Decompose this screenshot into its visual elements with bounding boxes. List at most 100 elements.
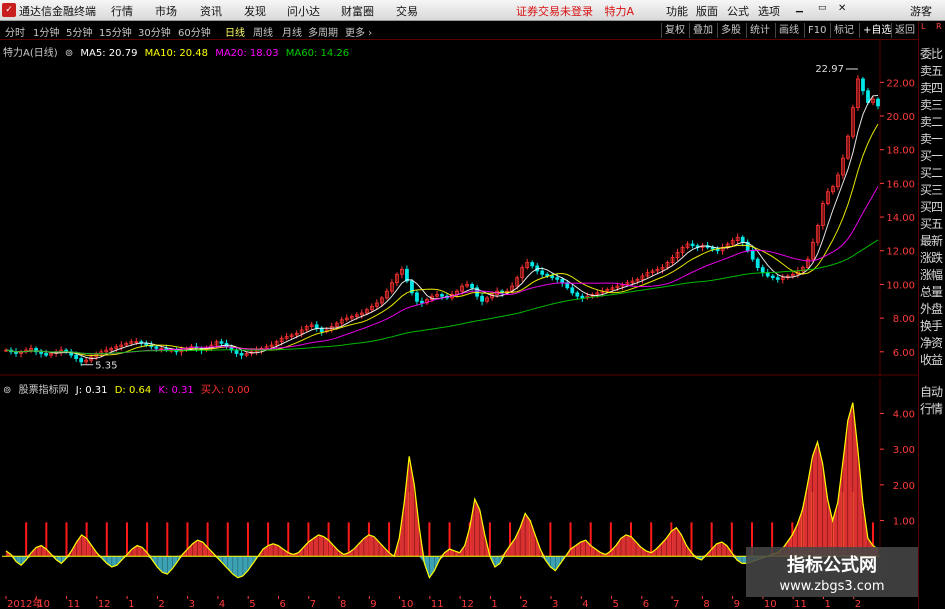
more-periods-label: 更多 <box>345 28 365 39</box>
side-item-bid3[interactable]: 买三 <box>920 182 945 199</box>
x-tick-label: 5 <box>249 599 255 609</box>
period-tab[interactable]: 30分钟 <box>138 24 171 39</box>
indicator-settings-icon[interactable]: ⊚ <box>3 385 11 396</box>
x-tick-label: 12 <box>461 599 474 609</box>
x-tick-label: 6 <box>643 599 649 609</box>
login-notice[interactable]: 证券交易未登录 特力A <box>516 3 634 19</box>
candle-body <box>690 243 695 247</box>
period-tab[interactable]: 1分钟 <box>33 24 59 39</box>
panel-toggle[interactable]: L R <box>921 23 942 31</box>
menu-market[interactable]: 市场 <box>155 3 177 19</box>
menu-wealth-circle[interactable]: 财富圈 <box>341 3 374 19</box>
period-tab[interactable]: 周线 <box>253 24 273 39</box>
settings-icon[interactable]: ⊚ <box>65 48 73 59</box>
side-item-turnover[interactable]: 换手 <box>920 318 945 335</box>
stock-name: 特力A <box>604 5 635 18</box>
k-value: K: 0.31 <box>158 385 194 396</box>
panel-toggle-right: R <box>936 22 942 31</box>
watermark: 指标公式网 www.zbgs3.com <box>746 547 918 597</box>
candle-body <box>575 292 580 297</box>
back-button[interactable]: 返回 <box>891 23 918 38</box>
minimize-icon[interactable]: ▁ <box>796 3 803 13</box>
side-item-volume[interactable]: 总量 <box>920 284 945 301</box>
side-item-net-assets[interactable]: 净资 <box>920 335 945 352</box>
candle-body <box>760 267 765 274</box>
y-tick-label: 10.00 <box>886 280 915 291</box>
candle-body <box>219 341 224 344</box>
indicator-y-tick-label: 1.00 <box>893 517 915 528</box>
period-tab[interactable]: 15分钟 <box>99 24 132 39</box>
app-title: 通达信金融终端 <box>19 5 96 18</box>
x-tick-label: 1 <box>491 599 497 609</box>
menu-discover[interactable]: 发现 <box>244 3 266 19</box>
period-tab[interactable]: 60分钟 <box>178 24 211 39</box>
side-item-bid2[interactable]: 买二 <box>920 165 945 182</box>
mark-button[interactable]: 标记 <box>830 23 857 38</box>
y-tick-label: 20.00 <box>886 112 915 123</box>
period-tab-daily[interactable]: 日线 <box>225 24 245 39</box>
side-item-change[interactable]: 涨跌 <box>920 250 945 267</box>
menu-layout[interactable]: 版面 <box>696 3 718 19</box>
x-tick-label: 10 <box>764 599 777 609</box>
side-item-earnings[interactable]: 收益 <box>920 352 945 369</box>
statistics-button[interactable]: 统计 <box>746 23 773 38</box>
draw-line-button[interactable]: 画线 <box>775 23 802 38</box>
menu-formula[interactable]: 公式 <box>727 3 749 19</box>
candlestick-chart[interactable]: 6.00 8.00 10.00 12.00 14.00 16.00 18.00 20.00 22… <box>0 40 918 376</box>
side-item-latest[interactable]: 最新 <box>920 233 945 250</box>
indicator-legend: ⊚ 股票指标网 J: 0.31 D: 0.64 K: 0.31 买入: 0.00 <box>3 381 254 396</box>
overlay-button[interactable]: 叠加 <box>689 23 716 38</box>
ma5-label: MA5: 20.79 <box>80 48 138 59</box>
candle-body <box>154 346 159 349</box>
menu-quotes[interactable]: 行情 <box>111 3 133 19</box>
period-tab[interactable]: 月线 <box>282 24 302 39</box>
side-item-change-pct[interactable]: 涨幅 <box>920 267 945 284</box>
f10-button[interactable]: F10 <box>804 23 829 38</box>
add-watchlist-button[interactable]: +自选 <box>859 23 894 38</box>
menu-trade[interactable]: 交易 <box>396 3 418 19</box>
x-tick-label: 6 <box>279 599 285 609</box>
price-chart-panel[interactable]: 6.00 8.00 10.00 12.00 14.00 16.00 18.00 20.00 22… <box>0 40 918 376</box>
candle-body <box>314 324 319 329</box>
side-item-ask5[interactable]: 卖五 <box>920 63 945 80</box>
side-item-ask2[interactable]: 卖二 <box>920 114 945 131</box>
side-item-ask1[interactable]: 卖一 <box>920 131 945 148</box>
candle-body <box>775 277 780 280</box>
y-tick-label: 12.00 <box>886 247 915 258</box>
ma60-label: MA60: 14.26 <box>285 48 350 59</box>
price-legend: 特力A(日线) ⊚ MA5: 20.79 MA10: 20.48 MA20: 1… <box>3 44 353 59</box>
side-item-ask4[interactable]: 卖四 <box>920 80 945 97</box>
candle-body <box>530 262 535 267</box>
candle-body <box>470 284 474 289</box>
close-icon[interactable]: ✕ <box>838 3 846 14</box>
side-item-bid4[interactable]: 买四 <box>920 199 945 216</box>
menu-functions[interactable]: 功能 <box>666 3 688 19</box>
indicator-title: 股票指标网 <box>18 385 69 396</box>
menu-options[interactable]: 选项 <box>758 3 780 19</box>
high-price-label: 22.97 <box>815 64 844 75</box>
side-item-bid1[interactable]: 买一 <box>920 148 945 165</box>
period-tab[interactable]: 多周期 <box>308 24 338 39</box>
candle-body <box>570 287 575 294</box>
period-tab[interactable]: 分时 <box>5 24 25 39</box>
multi-stock-button[interactable]: 多股 <box>717 23 744 38</box>
x-tick-label: 1 <box>824 599 830 609</box>
watermark-title: 指标公式网 <box>787 555 877 576</box>
adjust-button[interactable]: 复权 <box>661 23 688 38</box>
side-item-bid-ratio[interactable]: 委比 <box>920 46 945 63</box>
guest-label[interactable]: 游客 <box>910 3 932 19</box>
side-item-bid5[interactable]: 买五 <box>920 216 945 233</box>
more-periods[interactable]: 更多 › <box>345 24 372 39</box>
candle-body <box>580 295 585 299</box>
side-item-outer-volume[interactable]: 外盘 <box>920 301 945 318</box>
menu-news[interactable]: 资讯 <box>200 3 222 19</box>
menu-ask-xiaoda[interactable]: 问小达 <box>287 3 320 19</box>
x-tick-label: 4 <box>582 599 588 609</box>
side-item-ask3[interactable]: 卖三 <box>920 97 945 114</box>
side-item-quotes[interactable]: 行情 <box>920 401 943 418</box>
candle-body <box>555 277 560 280</box>
restore-icon[interactable]: ▭ <box>818 3 827 13</box>
period-tab[interactable]: 5分钟 <box>66 24 92 39</box>
candle-body <box>540 270 545 275</box>
side-item-auto[interactable]: 自动 <box>920 384 943 401</box>
